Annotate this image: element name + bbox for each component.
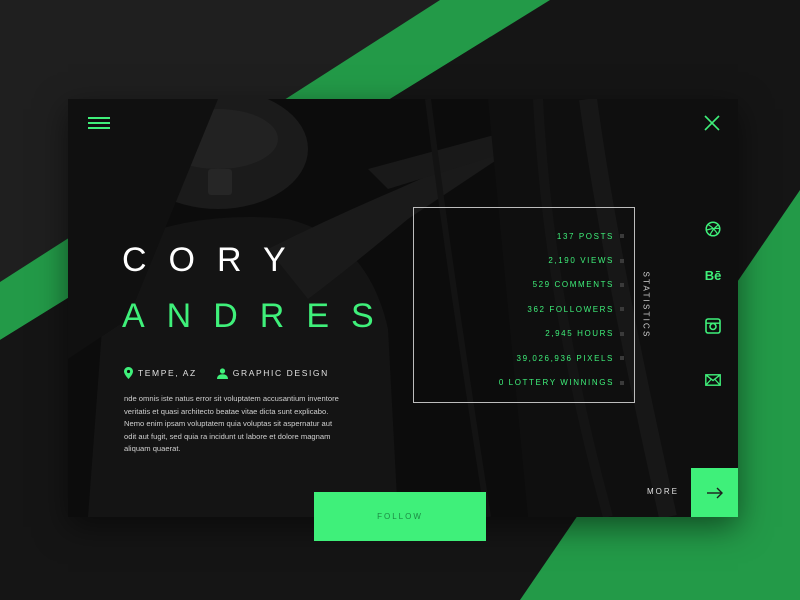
person-icon [216,367,228,379]
close-button[interactable] [700,111,724,135]
statistic-item: 0 LOTTERY WINNINGS [499,370,624,394]
hamburger-icon [88,117,110,129]
statistic-item: 2,190 VIEWS [499,248,624,272]
arrow-right-icon [706,487,723,498]
statistic-text: 2,190 VIEWS [548,256,614,266]
profile-card: CORY ANDRES TEMPE, AZ GRAPHIC DESIGN nde… [68,99,738,517]
statistic-bullet [620,307,624,312]
statistic-bullet [620,331,624,336]
more-button[interactable] [691,468,738,517]
location-pin-icon [124,367,133,379]
location-text: TEMPE, AZ [138,368,197,378]
statistic-item: 39,026,936 PIXELS [499,346,624,370]
statistic-bullet [620,234,624,239]
close-icon [704,115,720,131]
statistic-item: 529 COMMENTS [499,273,624,297]
dribbble-button[interactable] [702,218,724,240]
statistic-text: 2,945 HOURS [545,329,614,339]
statistic-bullet [620,380,624,385]
statistic-text: 529 COMMENTS [532,280,614,290]
mail-icon [705,374,721,386]
behance-button[interactable]: Bē [702,265,724,287]
more-label: MORE [647,487,679,496]
menu-button[interactable] [86,113,112,133]
follow-button[interactable]: FOLLOW [314,492,486,541]
dribbble-icon [705,221,721,237]
statistics-label: STATISTICS [641,271,651,339]
last-name: ANDRES [122,297,396,335]
statistics-panel: 137 POSTS 2,190 VIEWS 529 COMMENTS 362 FOLL… [413,207,635,403]
first-name: CORY [122,241,308,279]
statistic-bullet [620,282,624,287]
mail-button[interactable] [702,369,724,391]
behance-icon: Bē [704,268,722,283]
instagram-icon [705,318,721,334]
statistic-text: 362 FOLLOWERS [527,304,614,314]
statistic-bullet [620,356,624,361]
statistic-item: 362 FOLLOWERS [499,297,624,321]
statistics-list: 137 POSTS 2,190 VIEWS 529 COMMENTS 362 FOLL… [499,224,624,395]
statistic-item: 137 POSTS [499,224,624,248]
statistic-text: 39,026,936 PIXELS [516,353,614,363]
instagram-button[interactable] [702,315,724,337]
profession: GRAPHIC DESIGN [216,367,329,379]
location: TEMPE, AZ [124,367,197,379]
statistic-text: 137 POSTS [556,231,614,241]
statistic-bullet [620,258,624,263]
statistic-item: 2,945 HOURS [499,322,624,346]
bio-text: nde omnis iste natus error sit voluptate… [124,394,339,454]
statistic-text: 0 LOTTERY WINNINGS [498,378,614,388]
profession-text: GRAPHIC DESIGN [232,368,329,378]
profile-meta: TEMPE, AZ GRAPHIC DESIGN [124,367,329,379]
